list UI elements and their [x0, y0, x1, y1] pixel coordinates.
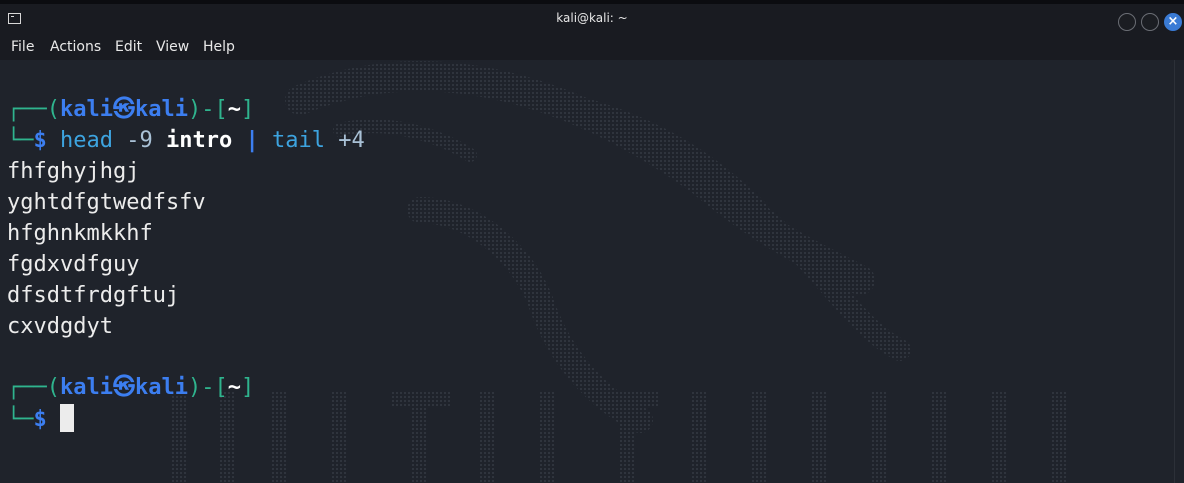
prompt-frame-end: ] [240, 97, 255, 122]
prompt-path: ~ [227, 97, 241, 122]
command-tail: tail [271, 128, 325, 153]
input-line[interactable]: └─$ [7, 404, 74, 435]
output-line: yghtdfgtwedfsfv [7, 190, 206, 215]
prompt-user: kali [59, 375, 113, 400]
prompt-path: ~ [227, 375, 241, 400]
prompt-frame-mid: )-[ [187, 375, 228, 400]
prompt-host: kali [134, 375, 188, 400]
kali-skull-icon: ㉿ [112, 375, 135, 400]
prompt-line-1: ┌──(kali㉿kali)-[~] [7, 94, 254, 125]
output-line: fgdxvdfguy [7, 252, 140, 277]
menu-bar: File Actions Edit View Help [0, 36, 1184, 60]
scrollbar[interactable] [1176, 60, 1182, 483]
command-head: head [60, 128, 113, 153]
kali-skull-icon: ㉿ [112, 97, 135, 122]
prompt-host: kali [134, 97, 188, 122]
menu-actions[interactable]: Actions [50, 39, 101, 55]
close-icon: × [1167, 14, 1179, 29]
menu-help[interactable]: Help [203, 39, 235, 55]
text-cursor [59, 404, 74, 432]
prompt-line-2: ┌──(kali㉿kali)-[~] [7, 372, 254, 403]
minimize-button[interactable] [1118, 13, 1136, 31]
prompt-frame: ┌──( [7, 97, 60, 122]
prompt-dollar: $ [33, 128, 47, 153]
scrollbar-track [1174, 60, 1175, 483]
prompt-corner: └─ [7, 407, 34, 432]
command-pipe: | [245, 128, 259, 153]
menu-file[interactable]: File [11, 39, 34, 55]
prompt-frame: ┌──( [7, 375, 60, 400]
prompt-frame-mid: )-[ [187, 97, 228, 122]
menu-view[interactable]: View [156, 39, 189, 55]
output-line: hfghnkmkkhf [7, 221, 153, 246]
terminal-window: kali@kali: ~ × File Actions Edit View He… [0, 0, 1184, 483]
output-line: fhfghyjhgj [7, 159, 140, 184]
prompt-user: kali [59, 97, 113, 122]
command-line: └─$ head -9 intro | tail +4 [7, 125, 365, 156]
command-file: intro [165, 128, 233, 153]
prompt-dollar: $ [33, 407, 47, 432]
terminal-area[interactable]: ┌──(kali㉿kali)-[~] └─$ head -9 intro | t… [0, 60, 1184, 483]
title-bar[interactable]: kali@kali: ~ × [0, 0, 1184, 36]
command-arg-lines: -9 [126, 128, 153, 153]
maximize-button[interactable] [1141, 13, 1159, 31]
menu-edit[interactable]: Edit [115, 39, 142, 55]
output-line: cxvdgdyt [7, 314, 113, 339]
command-arg-start: +4 [338, 128, 365, 153]
close-button[interactable]: × [1164, 13, 1182, 31]
prompt-frame-end: ] [240, 375, 255, 400]
window-title: kali@kali: ~ [556, 11, 628, 25]
output-line: dfsdtfrdgftuj [7, 283, 180, 308]
prompt-corner: └─ [7, 128, 34, 153]
